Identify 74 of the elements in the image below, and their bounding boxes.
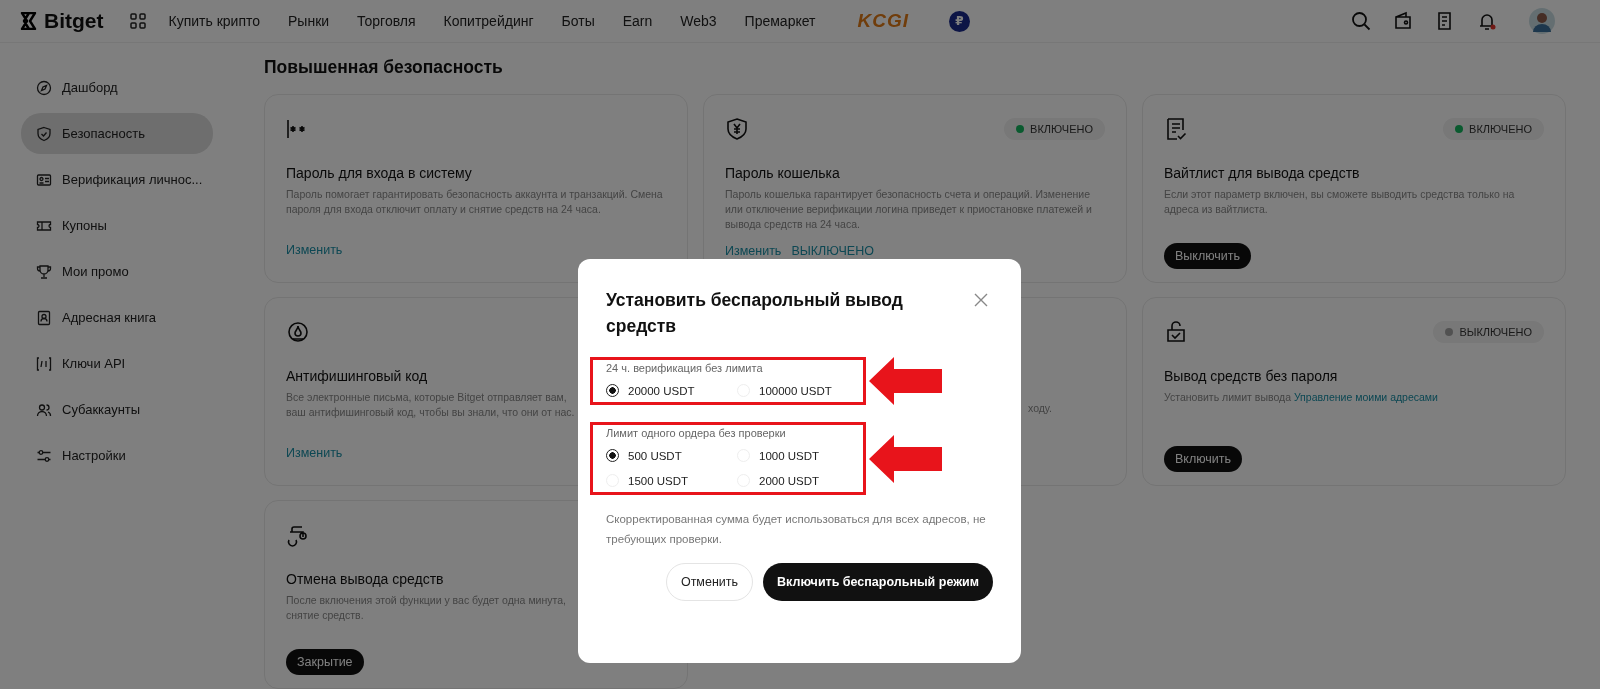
card-link[interactable]: ВЫКЛЮЧЕНО — [791, 244, 874, 258]
menu-icon — [36, 125, 52, 142]
apps-icon[interactable] — [129, 13, 146, 29]
bell-icon[interactable] — [1477, 11, 1497, 31]
status-label: ВЫКЛЮЧЕНО — [1459, 326, 1532, 338]
drop-icon — [286, 320, 310, 344]
sidebar-item[interactable]: Адресная книга — [21, 297, 213, 338]
card-link[interactable]: Изменить — [725, 244, 782, 258]
card-title: Пароль для входа в систему — [286, 165, 472, 181]
sidebar-item[interactable]: Мои промо — [21, 251, 213, 292]
nav-link[interactable]: Web3 — [680, 13, 717, 29]
sidebar-item[interactable]: Дашборд — [21, 67, 213, 108]
card-link[interactable]: Изменить — [286, 446, 343, 460]
nav-link[interactable]: Earn — [622, 13, 653, 29]
menu-icon — [36, 171, 52, 188]
card-button[interactable]: Выключить — [1164, 243, 1252, 269]
radio-option[interactable]: 1500 USDT — [606, 474, 737, 487]
close-icon[interactable] — [974, 293, 988, 307]
dialog-note: Скорректированная сумма будет использоваться для всех адресов, не требующих проверки. — [606, 512, 987, 547]
card-title: Вайтлист для вывода средств — [1164, 165, 1360, 181]
radio-option[interactable]: 2000 USDT — [737, 474, 867, 487]
card-description: ходу. — [1028, 402, 1052, 414]
card-title: Вывод средств без пароля — [1164, 368, 1338, 384]
nav-link[interactable]: Купить крипто — [168, 13, 260, 29]
status-label: ВКЛЮЧЕНО — [1469, 123, 1532, 135]
currency-badge[interactable]: ₽ — [948, 10, 970, 32]
menu-icon — [36, 447, 52, 464]
nav-link[interactable]: Боты — [561, 13, 595, 29]
card-description: Пароль кошелька гарантирует безопасность счета и операций. Изменение — [725, 187, 1091, 202]
nav-link[interactable]: Премаркет — [744, 13, 816, 29]
nav-link[interactable]: Рынки — [288, 13, 330, 29]
checklist-icon — [1164, 117, 1188, 141]
card-title: Антифишинговый код — [286, 368, 428, 384]
card-title: Отмена вывода средств — [286, 571, 444, 587]
sidebar-item[interactable]: Субаккаунты — [21, 389, 213, 430]
sidebar-item[interactable]: Ключи API — [21, 343, 213, 384]
card-link[interactable]: Изменить — [286, 243, 343, 257]
radio-option[interactable]: 500 USDT — [606, 449, 737, 462]
option-group-label: Лимит одного ордера без проверки — [606, 427, 787, 439]
sidebar-item[interactable]: Верификация личнос... — [21, 159, 213, 200]
card-description: Установить лимит вывода — [1164, 391, 1292, 403]
shield-icon — [725, 117, 749, 141]
radio-button[interactable] — [606, 384, 619, 397]
nav-link[interactable]: Копитрейдинг — [443, 13, 534, 29]
confirm-button[interactable]: Включить беспарольный режим — [763, 563, 993, 601]
sidebar-item[interactable]: Купоны — [21, 205, 213, 246]
padlock-icon — [1164, 320, 1188, 344]
avatar[interactable] — [1529, 8, 1555, 34]
sidebar-item[interactable]: Безопасность — [21, 113, 213, 154]
logo[interactable]: Bitget — [20, 9, 104, 33]
search-icon[interactable] — [1351, 11, 1371, 31]
cancel-button[interactable]: Отменить — [665, 563, 754, 601]
radio-option[interactable]: 20000 USDT — [606, 384, 737, 397]
card-title: Пароль кошелька — [725, 165, 840, 181]
card-button[interactable]: Включить — [1164, 446, 1243, 472]
menu-icon — [36, 355, 52, 372]
option-group-label: 24 ч. верификация без лимита — [606, 362, 764, 374]
card-description: Все электронные письма, которые Bitget отправляет вам, — [286, 390, 567, 405]
card-description: Если этот параметр включен, вы сможете выводить средства только на — [1164, 187, 1515, 202]
menu-icon — [36, 401, 52, 418]
section-title: Повышенная безопасность — [264, 57, 504, 78]
nav-link[interactable]: Торговля — [357, 13, 416, 29]
menu-icon — [36, 309, 52, 326]
card-button[interactable]: Закрытие — [286, 649, 364, 675]
status-label: ВКЛЮЧЕНО — [1030, 123, 1093, 135]
radio-option[interactable]: 100000 USDT — [737, 384, 867, 397]
manage-addresses-link[interactable]: Управление моими адресами — [1293, 391, 1438, 403]
menu-icon — [36, 79, 52, 96]
card-description: снятие средств. — [286, 608, 364, 623]
radio-button[interactable] — [606, 449, 619, 462]
radio-option[interactable]: 1000 USDT — [737, 449, 867, 462]
sidebar-item[interactable]: Настройки — [21, 435, 213, 476]
dialog-title: Установить беспарольный вывод средств — [606, 289, 904, 338]
menu-icon — [36, 263, 52, 280]
